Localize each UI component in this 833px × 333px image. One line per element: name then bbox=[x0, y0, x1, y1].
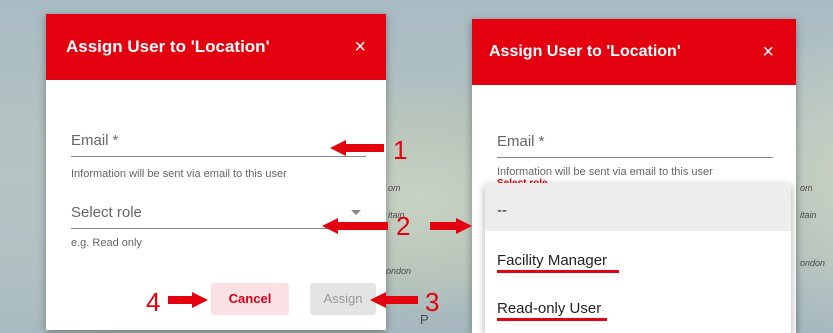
arrow-1 bbox=[330, 140, 384, 156]
annotation-number: 4 bbox=[146, 287, 161, 317]
annotation-number: 3 bbox=[425, 287, 440, 317]
annotation-arrows bbox=[168, 140, 472, 308]
arrow-3 bbox=[370, 292, 418, 308]
arrow-2-right bbox=[430, 218, 472, 234]
annotation-number: 1 bbox=[393, 135, 408, 165]
arrow-2-left bbox=[322, 218, 388, 234]
arrow-4 bbox=[168, 292, 208, 308]
annotation-number: 2 bbox=[396, 211, 411, 241]
